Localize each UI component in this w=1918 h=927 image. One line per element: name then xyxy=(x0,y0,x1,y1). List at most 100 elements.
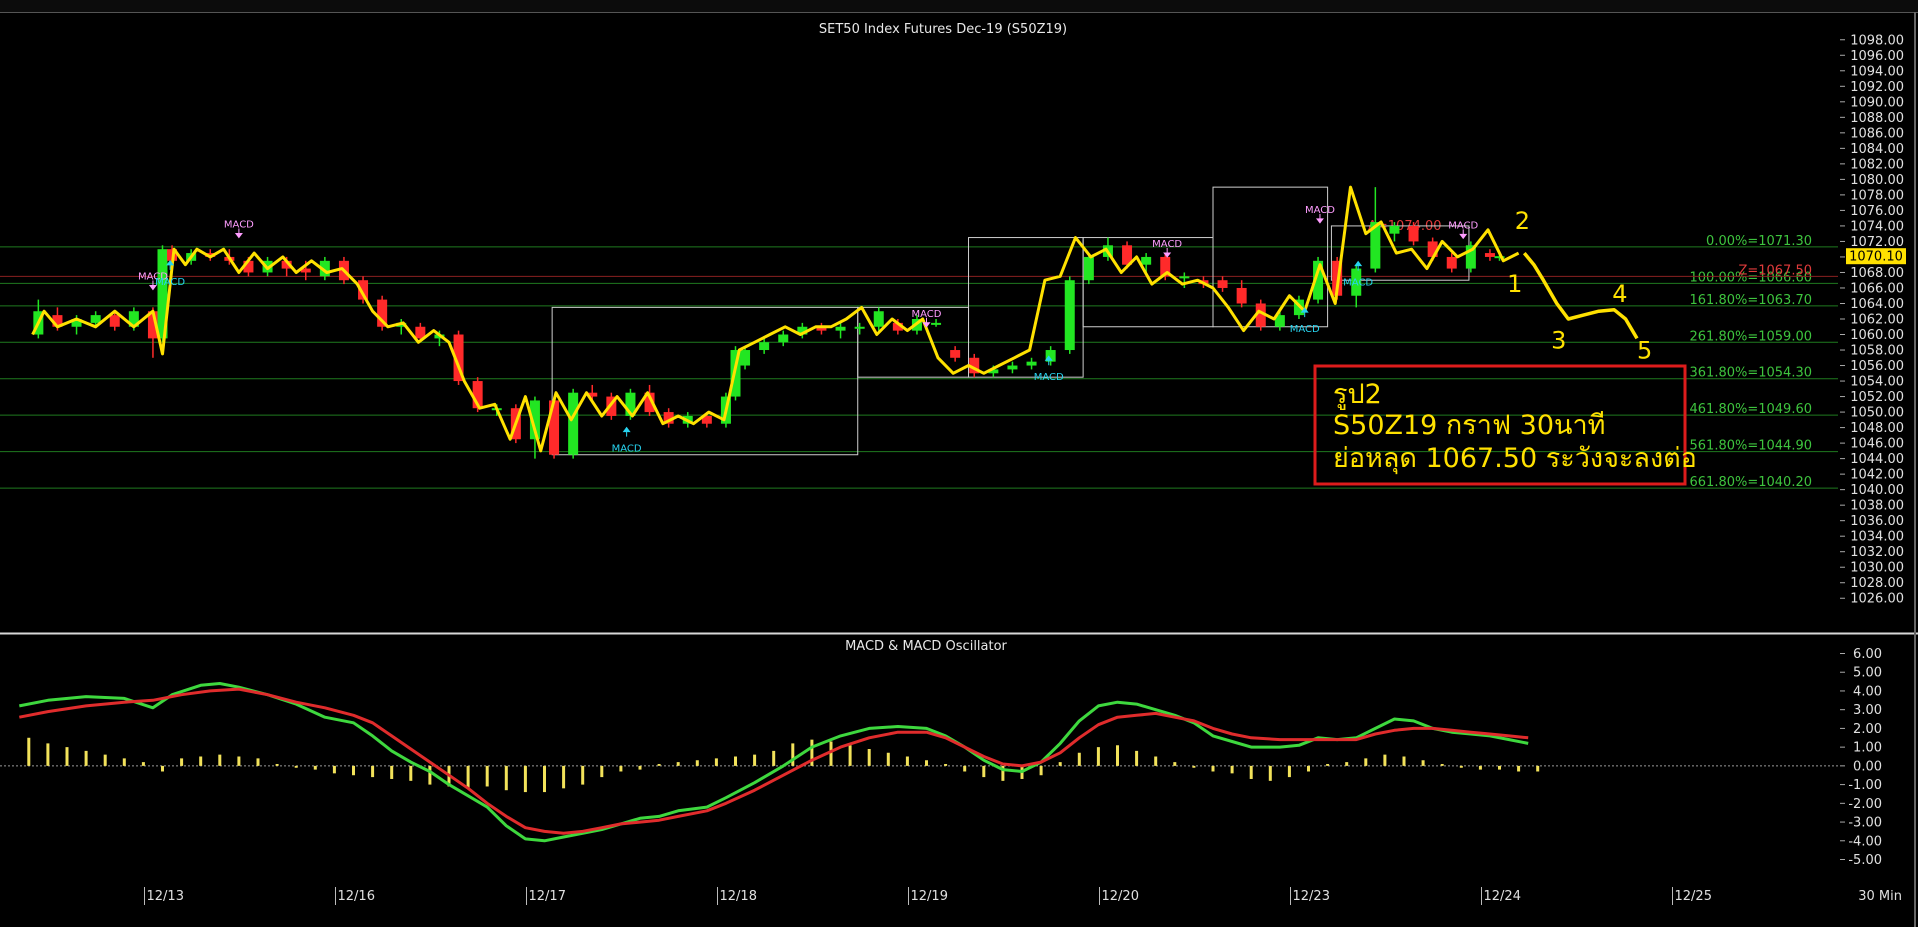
histogram-bar xyxy=(982,765,986,778)
fib-level-label: 0.00%=1071.30 xyxy=(1706,234,1812,249)
macd-buy-label: MACD xyxy=(1290,324,1320,335)
annotation-line-3: ย่อหลุด 1067.50 ระวังจะลงต่อ xyxy=(1333,443,1697,475)
price-tick-label: 1086.00 xyxy=(1850,126,1904,141)
histogram-bar xyxy=(1517,765,1521,772)
histogram-bar xyxy=(1192,765,1196,768)
histogram-bar xyxy=(1326,763,1330,766)
price-tick-label: 1060.00 xyxy=(1850,328,1904,343)
price-tick-label: 1026.00 xyxy=(1850,592,1904,607)
histogram-bar xyxy=(1421,760,1425,766)
price-tick-label: 1058.00 xyxy=(1850,344,1904,359)
interval-label: 30 Min xyxy=(1858,889,1902,904)
histogram-bar xyxy=(1478,765,1482,770)
wave-label: 2 xyxy=(1515,207,1530,235)
histogram-bar xyxy=(695,760,699,766)
macd-tick-label: 4.00 xyxy=(1853,684,1882,699)
price-tick-label: 1092.00 xyxy=(1850,80,1904,95)
histogram-bar xyxy=(925,760,928,766)
macd-tick-label: 6.00 xyxy=(1853,647,1882,662)
price-tick-label: 1064.00 xyxy=(1850,297,1904,312)
bull-candle xyxy=(1141,256,1152,265)
annotation-box: รูป2 S50Z19 กราฟ 30นาที ย่อหลุด 1067.50 … xyxy=(1313,364,1697,486)
histogram-bar xyxy=(371,765,375,778)
price-tick-label: 1034.00 xyxy=(1850,530,1904,545)
macd-chart-title: MACD & MACD Oscillator xyxy=(845,639,1007,654)
wave-label: 5 xyxy=(1637,337,1652,365)
histogram-bar xyxy=(1268,765,1272,781)
price-tick-label: 1098.00 xyxy=(1850,33,1904,48)
histogram-bar xyxy=(84,750,88,766)
price-tick-label: 1054.00 xyxy=(1850,375,1904,390)
last-price-tag: 1070.10 xyxy=(1846,248,1906,265)
histogram-bar xyxy=(141,762,145,766)
candles xyxy=(33,187,1505,459)
fib-level-label: 461.80%=1049.60 xyxy=(1690,402,1813,417)
histogram-bar xyxy=(1249,765,1253,779)
price-tick-label: 1072.00 xyxy=(1850,235,1904,250)
histogram-bar xyxy=(753,754,757,766)
macd-buy-label: MACD xyxy=(155,277,185,288)
x-tick-label: 12/24 xyxy=(1484,889,1521,904)
price-tick-label: 1096.00 xyxy=(1850,49,1904,64)
bull-candle xyxy=(1083,256,1094,281)
bull-candle xyxy=(740,350,751,366)
price-tick-label: 1088.00 xyxy=(1850,111,1904,126)
fib-level-label: 361.80%=1054.30 xyxy=(1690,366,1813,381)
histogram-bar xyxy=(1154,756,1158,766)
bull-candle xyxy=(1007,365,1018,370)
wave-labels: 1 2 3 4 5 xyxy=(1507,207,1652,365)
price-trend-line xyxy=(31,185,1520,453)
bull-candle xyxy=(931,322,942,325)
bull-candle xyxy=(1389,225,1400,234)
histogram-bar xyxy=(199,756,203,766)
histogram-bar xyxy=(867,749,871,766)
histogram-bar xyxy=(1440,763,1444,766)
fib-level-label: 161.80%=1063.70 xyxy=(1690,293,1813,308)
wave-label: 3 xyxy=(1551,326,1566,354)
histogram-bar xyxy=(1536,765,1540,772)
macd-tick-label: -5.00 xyxy=(1848,853,1882,868)
price-tick-label: 1030.00 xyxy=(1850,561,1904,576)
x-tick-label: 12/25 xyxy=(1675,889,1712,904)
price-chart-title: SET50 Index Futures Dec-19 (S50Z19) xyxy=(819,22,1067,37)
histogram-bar xyxy=(122,758,126,766)
price-tick-label: 1048.00 xyxy=(1850,421,1904,436)
price-tick-label: 1062.00 xyxy=(1850,313,1904,328)
histogram-bar xyxy=(944,763,948,766)
histogram-bar xyxy=(1096,747,1100,766)
histogram-bar xyxy=(886,752,890,766)
x-tick-label: 12/16 xyxy=(338,889,375,904)
histogram-bar xyxy=(1498,765,1501,770)
histogram-bar xyxy=(1383,754,1387,766)
histogram-bar xyxy=(619,765,623,772)
annotation-line-2: S50Z19 กราฟ 30นาที xyxy=(1333,410,1605,441)
z-level-label: Z=1067.50 xyxy=(1738,263,1812,278)
price-tick-label: 1028.00 xyxy=(1850,576,1904,591)
histogram-bar xyxy=(1307,765,1310,772)
price-tick-label: 1038.00 xyxy=(1850,499,1904,514)
histogram-bar xyxy=(313,765,317,770)
wave-label: 4 xyxy=(1612,280,1627,308)
histogram-bar xyxy=(905,756,909,766)
price-tick-label: 1082.00 xyxy=(1850,157,1904,172)
macd-tick-label: 2.00 xyxy=(1853,722,1882,737)
bull-candle xyxy=(1179,276,1190,279)
histogram-bar xyxy=(485,765,489,787)
macd-buy-label: MACD xyxy=(1034,372,1064,383)
bull-candle xyxy=(1064,280,1075,351)
price-tick-label: 1044.00 xyxy=(1850,452,1904,467)
bull-candle xyxy=(759,342,770,351)
macd-tick-label: 3.00 xyxy=(1853,703,1882,718)
bull-candle xyxy=(568,392,579,455)
macd-pane: MACD & MACD Oscillator 6.00 5.00 4.00 3.00 2… xyxy=(0,639,1882,868)
price-tick-label: 1078.00 xyxy=(1850,188,1904,203)
bull-candle xyxy=(854,326,865,329)
x-tick-label: 12/17 xyxy=(529,889,566,904)
histogram-bar xyxy=(1077,752,1081,766)
bear-candle xyxy=(1484,253,1495,257)
price-y-axis: 1098.001096.001094.001092.001090.001088.… xyxy=(1840,33,1904,607)
macd-buy-label: MACD xyxy=(612,444,642,455)
histogram-bar xyxy=(1459,765,1463,768)
histogram-bar xyxy=(1345,762,1349,766)
histogram-bar xyxy=(1058,762,1062,766)
